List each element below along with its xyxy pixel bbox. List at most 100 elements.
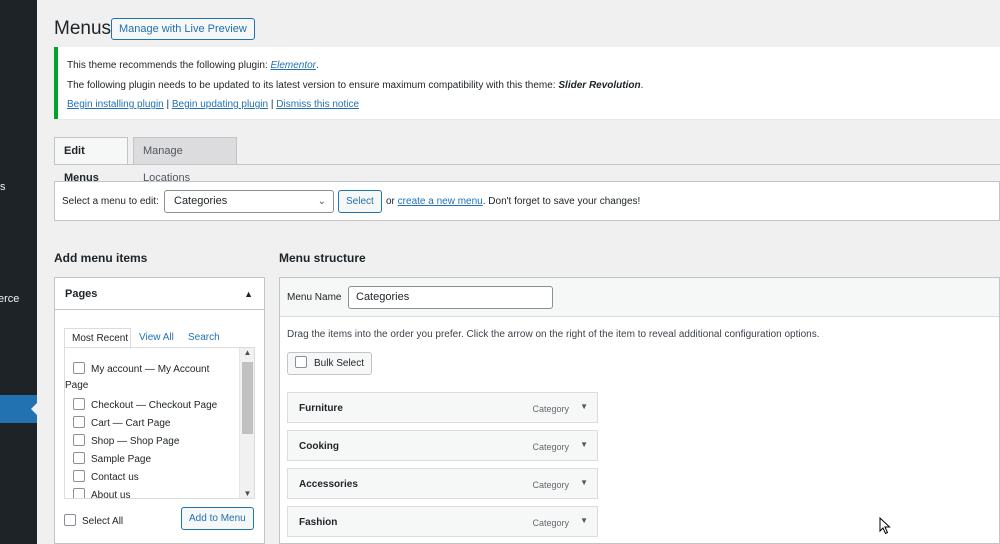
dismiss-notice-link[interactable]: Dismiss this notice bbox=[276, 99, 359, 110]
item-label: Checkout bbox=[91, 400, 134, 411]
menu-item-type: Category bbox=[532, 480, 569, 490]
checkbox[interactable] bbox=[73, 398, 85, 410]
tab-most-recent[interactable]: Most Recent bbox=[64, 328, 131, 349]
menu-item-title: Furniture bbox=[299, 403, 343, 414]
menu-item[interactable]: Cooking Category ▼ bbox=[287, 430, 598, 461]
tab-edit-menus[interactable]: Edit Menus bbox=[54, 137, 128, 184]
list-item: Contact us bbox=[73, 470, 139, 483]
menu-structure-heading: Menu structure bbox=[279, 251, 366, 265]
separator: | bbox=[163, 99, 172, 110]
checkbox[interactable] bbox=[73, 416, 85, 428]
item-state: — Shop Page bbox=[114, 436, 180, 447]
select-menu-label: Select a menu to edit: bbox=[62, 196, 159, 207]
checkbox[interactable] bbox=[73, 452, 85, 464]
item-label: Shop bbox=[91, 436, 115, 447]
menu-select-dropdown[interactable]: Categories ⌄ bbox=[164, 190, 334, 213]
bulk-select-checkbox[interactable] bbox=[295, 356, 307, 368]
checkbox[interactable] bbox=[73, 434, 85, 446]
menu-item-title: Cooking bbox=[299, 441, 339, 452]
menu-item-title: Fashion bbox=[299, 517, 338, 528]
menu-item-type: Category bbox=[532, 518, 569, 528]
expand-arrow-icon[interactable]: ▼ bbox=[580, 402, 588, 411]
select-all-checkbox[interactable] bbox=[64, 514, 76, 526]
list-item: About us bbox=[73, 488, 131, 499]
chevron-down-icon: ⌄ bbox=[317, 196, 326, 207]
bulk-select-label: Bulk Select bbox=[314, 358, 365, 369]
drag-instructions: Drag the items into the order you prefer… bbox=[287, 329, 820, 340]
item-label: Sample Page bbox=[91, 454, 152, 465]
notice-line-1: This theme recommends the following plug… bbox=[67, 56, 991, 76]
scrollbar-thumb[interactable] bbox=[242, 362, 253, 434]
slider-revolution-name: Slider Revolution bbox=[558, 79, 641, 91]
menu-item[interactable]: Fashion Category ▼ bbox=[287, 506, 598, 537]
item-label: My account bbox=[91, 364, 143, 375]
expand-arrow-icon[interactable]: ▼ bbox=[580, 440, 588, 449]
list-scrollbar[interactable]: ▲ ▼ bbox=[239, 348, 254, 498]
item-state: — Cart Page bbox=[109, 418, 171, 429]
pages-metabox: Pages ▲ Most Recent View All Search My a… bbox=[54, 277, 265, 544]
tab-manage-locations[interactable]: Manage Locations bbox=[133, 137, 237, 184]
checkbox[interactable] bbox=[73, 362, 85, 374]
checkbox[interactable] bbox=[73, 488, 85, 498]
collapse-icon[interactable]: ▲ bbox=[244, 278, 253, 310]
admin-sidebar: s erce bbox=[0, 0, 37, 544]
elementor-link[interactable]: Elementor bbox=[270, 60, 316, 71]
select-menu-bar: Select a menu to edit: Categories ⌄ Sele… bbox=[54, 181, 1000, 221]
pages-checklist: My account — My Account Page Checkout — … bbox=[64, 347, 255, 499]
mouse-cursor-icon bbox=[879, 517, 891, 535]
sidebar-item-woocommerce[interactable]: erce bbox=[0, 293, 19, 305]
select-button[interactable]: Select bbox=[338, 190, 382, 213]
menu-name-header: Menu Name Categories bbox=[280, 278, 999, 317]
menu-name-input[interactable]: Categories bbox=[348, 286, 553, 309]
menu-name-label: Menu Name bbox=[287, 292, 342, 303]
list-item: My account — My Account bbox=[73, 362, 209, 375]
item-state: — My Account bbox=[142, 364, 210, 375]
select-all[interactable]: Select All bbox=[64, 514, 123, 527]
list-item: Cart — Cart Page bbox=[73, 416, 171, 429]
list-item-wrap: Page bbox=[65, 380, 89, 391]
notice-period: . bbox=[316, 60, 319, 71]
menu-item-type: Category bbox=[532, 404, 569, 414]
menu-structure-panel: Menu Name Categories Drag the items into… bbox=[279, 277, 1000, 544]
notice-period: . bbox=[640, 79, 644, 91]
page-title: Menus bbox=[54, 18, 112, 39]
menu-item[interactable]: Furniture Category ▼ bbox=[287, 392, 598, 423]
menu-item-type: Category bbox=[532, 442, 569, 452]
begin-updating-link[interactable]: Begin updating plugin bbox=[172, 99, 268, 110]
sidebar-item-partial[interactable]: s bbox=[0, 181, 6, 193]
save-reminder-text: . Don't forget to save your changes! bbox=[482, 196, 641, 207]
notice-text: This theme recommends the following plug… bbox=[67, 60, 271, 71]
item-state: — Checkout Page bbox=[133, 400, 218, 411]
notice-actions: Begin installing plugin | Begin updating… bbox=[67, 95, 991, 115]
pages-metabox-header[interactable]: Pages ▲ bbox=[55, 278, 264, 310]
add-to-menu-button[interactable]: Add to Menu bbox=[181, 507, 254, 530]
tabs-divider bbox=[54, 164, 1000, 165]
tab-search[interactable]: Search bbox=[188, 328, 220, 349]
bulk-select-button[interactable]: Bulk Select bbox=[287, 352, 373, 375]
expand-arrow-icon[interactable]: ▼ bbox=[580, 478, 588, 487]
expand-arrow-icon[interactable]: ▼ bbox=[580, 516, 588, 525]
item-label: About us bbox=[91, 490, 131, 499]
menu-item[interactable]: Accessories Category ▼ bbox=[287, 468, 598, 499]
notice-line-2: The following plugin needs to be updated… bbox=[67, 76, 991, 96]
menu-select-value: Categories bbox=[174, 195, 228, 207]
checkbox[interactable] bbox=[73, 470, 85, 482]
scroll-down-icon[interactable]: ▼ bbox=[240, 489, 254, 498]
scroll-up-icon[interactable]: ▲ bbox=[240, 348, 254, 357]
or-text: or bbox=[386, 196, 398, 207]
create-new-menu-link[interactable]: create a new menu bbox=[398, 196, 483, 207]
select-hint: or create a new menu. Don't forget to sa… bbox=[386, 196, 640, 207]
main-content: Menus Manage with Live Preview This them… bbox=[37, 0, 1000, 544]
notice-text: The following plugin needs to be updated… bbox=[67, 79, 559, 91]
item-label: Contact us bbox=[91, 472, 139, 483]
begin-installing-link[interactable]: Begin installing plugin bbox=[67, 99, 164, 110]
add-menu-items-heading: Add menu items bbox=[54, 251, 148, 265]
tab-view-all[interactable]: View All bbox=[139, 328, 174, 349]
select-all-label: Select All bbox=[82, 516, 124, 527]
list-item: Sample Page bbox=[73, 452, 151, 465]
pages-heading: Pages bbox=[65, 288, 98, 300]
list-item: Shop — Shop Page bbox=[73, 434, 179, 447]
menu-item-title: Accessories bbox=[299, 479, 358, 490]
manage-live-preview-button[interactable]: Manage with Live Preview bbox=[111, 18, 255, 40]
plugin-notice: This theme recommends the following plug… bbox=[54, 47, 1000, 119]
